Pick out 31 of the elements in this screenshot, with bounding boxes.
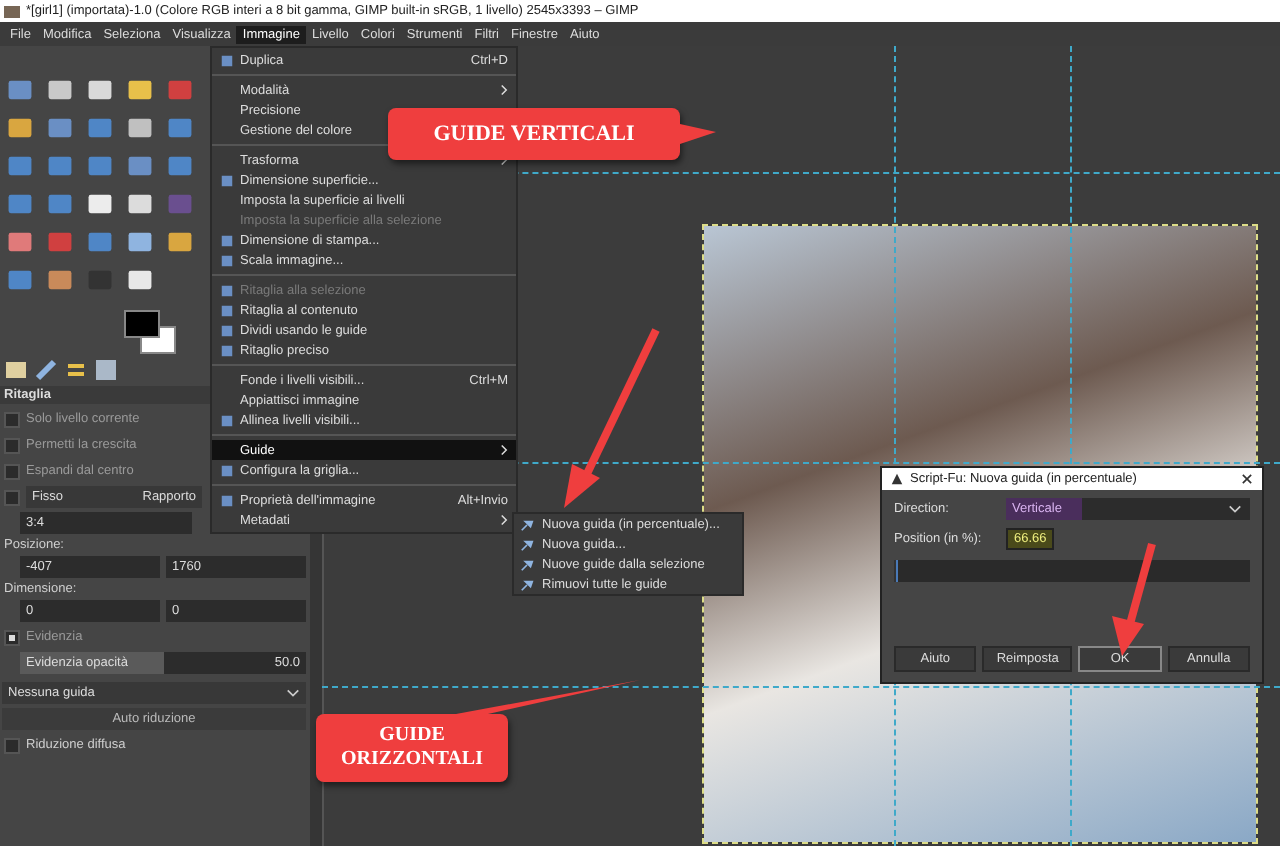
script-fu-icon xyxy=(890,472,904,486)
brush-tab-icon[interactable] xyxy=(34,358,58,382)
menu-icon xyxy=(219,53,233,67)
pin-icon xyxy=(520,557,534,571)
checkbox[interactable] xyxy=(4,411,20,427)
chevron-down-icon xyxy=(1228,503,1242,513)
chevron-down-icon xyxy=(286,688,300,698)
menu-icon xyxy=(219,173,233,187)
callout-tail xyxy=(680,124,716,144)
pin-icon xyxy=(520,537,534,551)
checkbox[interactable] xyxy=(4,629,20,645)
pin-icon xyxy=(520,577,534,591)
color-swatches-drawing[interactable] xyxy=(124,310,176,354)
close-icon[interactable] xyxy=(1242,474,1252,484)
image-tab-icon[interactable] xyxy=(94,358,118,382)
tool-options-tab-icon[interactable] xyxy=(4,358,28,382)
pin-icon xyxy=(520,517,534,531)
checkbox[interactable] xyxy=(4,463,20,479)
checkbox[interactable] xyxy=(4,737,20,753)
chevron-right-icon xyxy=(500,514,508,526)
arrow xyxy=(1112,542,1156,656)
chevron-right-icon xyxy=(500,444,508,456)
menu-icon xyxy=(219,413,233,427)
checkbox[interactable] xyxy=(4,489,20,505)
menu-icon xyxy=(219,463,233,477)
swap-tab-icon[interactable] xyxy=(64,358,88,382)
menu-icon xyxy=(219,493,233,507)
app-icon xyxy=(4,3,20,19)
checkbox[interactable] xyxy=(4,437,20,453)
callout-tooltip: GUIDE VERTICALI xyxy=(388,108,680,160)
chevron-right-icon xyxy=(500,84,508,96)
